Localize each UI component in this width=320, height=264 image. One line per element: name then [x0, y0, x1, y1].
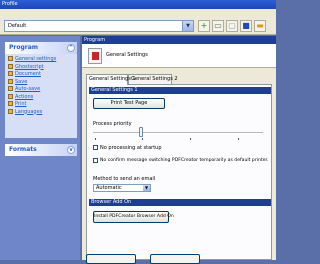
- slider-tick: [142, 138, 143, 140]
- ghostscript-icon: [8, 63, 13, 69]
- slider-tick: [238, 138, 239, 140]
- no-processing-label: No processing at startup: [100, 145, 162, 151]
- delete-icon[interactable]: ▢: [226, 20, 238, 32]
- email-method-value: Automatic: [96, 185, 122, 191]
- chevron-down-icon[interactable]: ▼: [143, 185, 150, 191]
- actions-icon: [8, 93, 13, 99]
- group-header-general: General Settings 1: [89, 87, 271, 94]
- slider-tick: [190, 138, 191, 140]
- no-confirm-label: No confirm message switching PDFCreator …: [100, 158, 269, 163]
- install-browser-addon-button[interactable]: Install PDFCreator Browser Add On: [93, 211, 174, 223]
- settings-title-area: General Settings: [82, 44, 276, 68]
- sidebar-item-ghostscript[interactable]: Ghostscript: [8, 63, 74, 72]
- sidebar-item-languages[interactable]: Languages: [8, 108, 74, 117]
- profile-bar: Default ▼ + ▭ ▢ ■ ▬: [0, 9, 276, 35]
- program-panel-header[interactable]: Program ^: [5, 42, 77, 54]
- main-header: Program: [82, 36, 276, 44]
- auto-save-icon: [8, 86, 13, 91]
- print-icon: [8, 101, 13, 106]
- save-icon: [8, 78, 13, 84]
- process-priority-label: Process priority: [93, 121, 132, 127]
- main-header-label: Program: [84, 37, 106, 43]
- tab-general-settings-1[interactable]: General Settings 1: [86, 74, 136, 85]
- group-header-browser: Browser Add On: [89, 199, 271, 206]
- main-panel: Program General Settings General Setting…: [82, 36, 276, 260]
- sidebar-item-auto-save[interactable]: Auto-save: [8, 86, 74, 94]
- document-icon: [8, 71, 13, 76]
- formats-panel-header[interactable]: Formats v: [5, 144, 77, 156]
- sidebar-item-document[interactable]: Document: [8, 71, 74, 79]
- settings-icon: [8, 56, 13, 61]
- sidebar-item-print[interactable]: Print: [8, 101, 74, 109]
- profile-dropdown[interactable]: Default ▼: [4, 20, 194, 32]
- expand-icon[interactable]: v: [67, 146, 75, 154]
- rename-icon[interactable]: ▭: [212, 20, 224, 32]
- formats-panel: Formats v: [5, 144, 77, 156]
- formats-header-label: Formats: [9, 146, 37, 153]
- sidebar: Program ^ General settings Ghostscript D…: [0, 36, 80, 260]
- pdf-settings-icon: [88, 48, 102, 64]
- languages-icon: [8, 108, 13, 114]
- collapse-icon[interactable]: ^: [67, 44, 75, 52]
- priority-slider-track[interactable]: [93, 132, 263, 134]
- folder-icon[interactable]: ▬: [254, 20, 266, 32]
- save-icon[interactable]: ■: [240, 20, 252, 32]
- slider-tick: [95, 138, 96, 140]
- sidebar-item-general-settings[interactable]: General settings: [8, 56, 74, 64]
- priority-slider-thumb[interactable]: [139, 127, 143, 137]
- program-header-label: Program: [9, 44, 39, 51]
- sidebar-item-save[interactable]: Save: [8, 78, 74, 87]
- program-panel: Program ^ General settings Ghostscript D…: [5, 42, 77, 138]
- page-title: General Settings: [106, 52, 148, 58]
- add-icon[interactable]: +: [198, 20, 210, 32]
- sidebar-item-actions[interactable]: Actions: [8, 93, 74, 102]
- window-title-bar: Profile: [0, 0, 276, 9]
- chevron-down-icon[interactable]: ▼: [182, 21, 193, 31]
- print-test-page-button[interactable]: Print Test Page: [93, 98, 165, 109]
- window-title: Profile: [2, 1, 18, 7]
- dialog-button-right[interactable]: [150, 254, 200, 264]
- no-processing-checkbox[interactable]: [93, 145, 98, 150]
- email-method-label: Method to send an email: [93, 176, 156, 182]
- email-method-dropdown[interactable]: Automatic ▼: [93, 184, 151, 192]
- tab-content: General Settings 1 Print Test Page Proce…: [86, 84, 272, 260]
- profile-value: Default: [8, 23, 27, 29]
- dialog-button-left[interactable]: [86, 254, 136, 264]
- no-confirm-checkbox[interactable]: [93, 158, 98, 163]
